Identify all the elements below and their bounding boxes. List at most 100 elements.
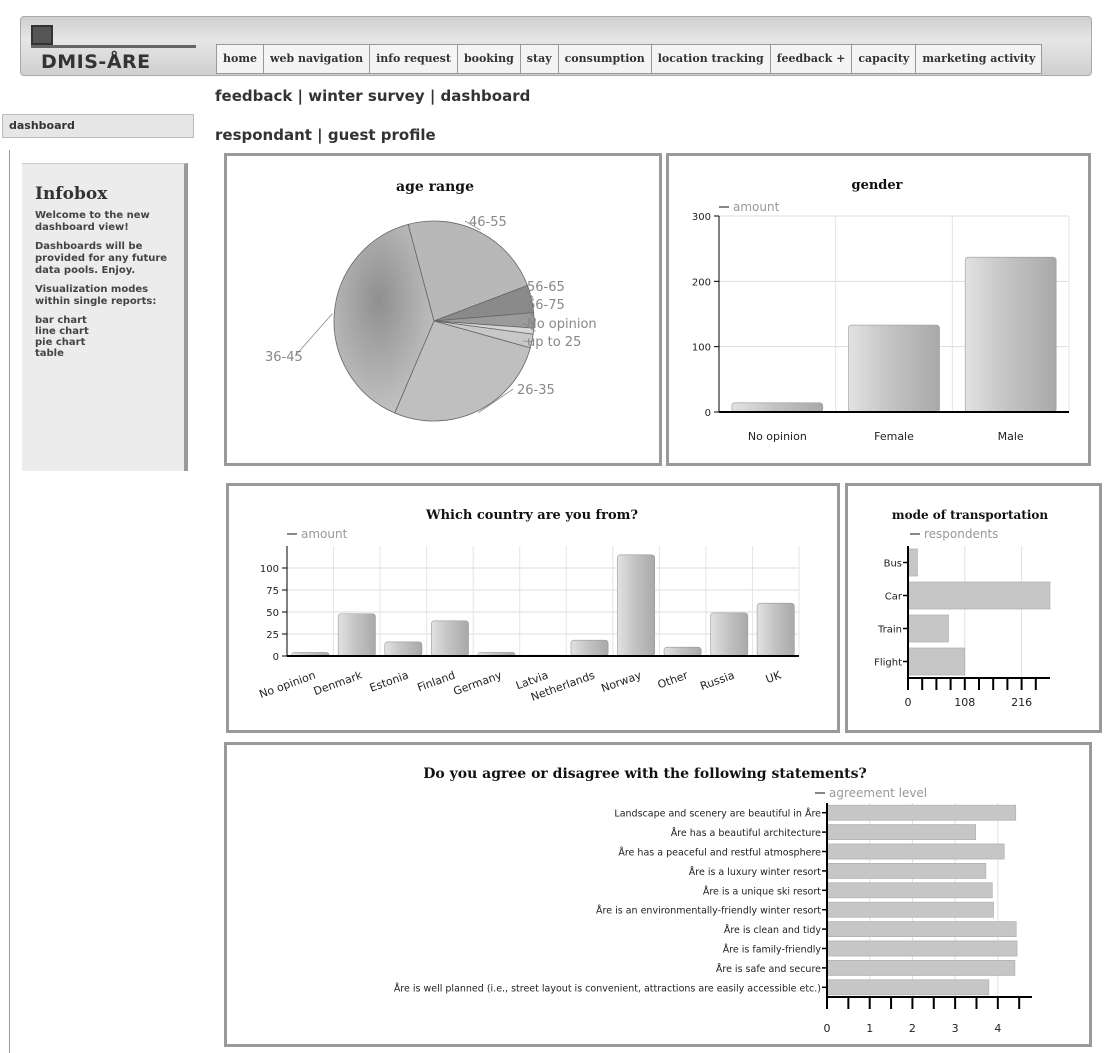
x-tick-label: Finland [416,669,457,695]
mode-bar-chart: bar chart [35,315,87,326]
y-tick-label: 100 [692,343,711,354]
logo[interactable]: DMIS-ÅRE [31,25,201,73]
bar [826,882,993,899]
y-tick-label: Åre is clean and tidy [724,924,822,936]
nav-home[interactable]: home [217,45,264,73]
x-tick-label: 4 [994,1022,1001,1035]
y-tick-label: 50 [266,608,279,619]
nav-marketing-activity[interactable]: marketing activity [916,45,1041,73]
bar [756,602,795,657]
x-tick-label: Estonia [368,669,411,695]
age-range-panel: age range 46-55 56-65 66-75 No opinion up to … [224,153,662,466]
transport-panel: mode of transportation respondents 0 108 216… [845,483,1102,733]
chart-title: Which country are you from? [425,508,638,523]
legend-label: amount [301,527,348,541]
page-left-border [9,150,10,1053]
country-chart: Which country are you from? amount 0 25 50 75… [257,508,800,704]
bar [907,614,949,643]
page-title: respondant | guest profile [215,126,436,144]
x-tick-label: 0 [824,1022,831,1035]
pie-label: 26-35 [517,383,555,398]
mode-pie-chart: pie chart [35,337,86,348]
bar [430,620,469,657]
nav-web-navigation[interactable]: web navigation [264,45,371,73]
logo-underline [31,45,196,48]
gender-chart: gender amount 0 100 200 300 No opinion Female Ma… [692,178,1070,443]
y-tick-label: Åre is a unique ski resort [703,885,821,897]
infobox: Infobox Welcome to the new dashboard vie… [22,163,188,471]
header-bar: DMIS-ÅRE home web navigation info reques… [20,16,1092,76]
infobox-dashboards-note: Dashboards will be provided for any futu… [35,241,168,276]
x-tick-label: 3 [952,1022,959,1035]
x-tick-label: Norway [599,668,643,695]
bar [907,548,918,577]
pie-label: 56-65 [527,280,565,295]
y-tick-label: Åre is safe and secure [716,963,821,975]
legend-label: agreement level [829,786,927,800]
y-tick-label: Åre is a luxury winter resort [689,866,821,878]
y-tick-label: Car [885,592,903,603]
statements-chart: Do you agree or disagree with the follow… [394,766,1032,1035]
nav-consumption[interactable]: consumption [559,45,652,73]
bar [570,639,609,657]
nav-booking[interactable]: booking [458,45,521,73]
infobox-modes-list: bar chart line chart pie chart table [35,315,172,359]
bar [826,960,1016,976]
chart-title: age range [396,179,474,195]
statements-panel: Do you agree or disagree with the follow… [224,742,1092,1047]
legend-label: respondents [924,527,998,541]
x-tick-label: UK [764,668,784,686]
pie-label: No opinion [527,317,597,332]
chart-title: gender [851,178,902,193]
x-tick-label: 1 [866,1022,873,1035]
transport-chart: mode of transportation respondents 0 108 216… [874,508,1051,709]
y-tick-label: 300 [692,212,711,223]
gender-panel: gender amount 0 100 200 300 No opinion Female Ma… [666,153,1091,466]
y-tick-label: 200 [692,277,711,288]
nav-capacity[interactable]: capacity [852,45,917,73]
logo-icon [31,25,53,45]
bar [826,824,976,840]
bar [337,613,376,657]
bar [710,612,749,657]
bar [617,554,656,657]
infobox-title: Infobox [35,184,108,204]
nav-feedback[interactable]: feedback + [771,45,853,73]
infobox-welcome: Welcome to the new dashboard view! [35,210,150,233]
y-tick-label: 0 [273,652,279,663]
y-tick-label: 0 [705,408,711,419]
x-tick-label: No opinion [748,430,807,443]
bar [848,324,940,413]
bar [907,581,1051,610]
infobox-modes-heading: Visualization modes within single report… [35,284,157,307]
y-tick-label: Åre is family-friendly [723,944,822,956]
x-tick-label: 216 [1011,696,1032,709]
y-tick-label: 100 [260,564,279,575]
bar [663,646,702,657]
x-tick-label: No opinion [257,669,317,701]
bar [384,641,423,657]
bar [731,402,824,413]
y-tick-label: 75 [266,586,279,597]
mode-table: table [35,348,64,359]
y-tick-label: Bus [884,559,902,570]
chart-title: mode of transportation [892,508,1049,522]
nav-stay[interactable]: stay [521,45,559,73]
x-tick-label: Male [998,430,1024,443]
y-tick-label: Åre has a peaceful and restful atmospher… [618,847,821,859]
mode-line-chart: line chart [35,326,89,337]
y-tick-label: Åre is an environmentally-friendly winte… [596,905,821,917]
x-tick-label: Other [656,668,690,691]
breadcrumb: feedback | winter survey | dashboard [215,87,531,105]
x-tick-label: Female [874,430,914,443]
bar [826,921,1017,937]
sidebar-item-dashboard[interactable]: dashboard [2,114,194,138]
y-tick-label: Åre is well planned (i.e., street layout… [394,982,821,994]
y-tick-label: Flight [874,658,902,669]
header: DMIS-ÅRE home web navigation info reques… [20,16,1092,76]
nav-location-tracking[interactable]: location tracking [652,45,771,73]
x-tick-label: 108 [954,696,975,709]
bar [907,647,966,676]
nav-info-request[interactable]: info request [370,45,458,73]
y-tick-label: Train [877,625,902,636]
